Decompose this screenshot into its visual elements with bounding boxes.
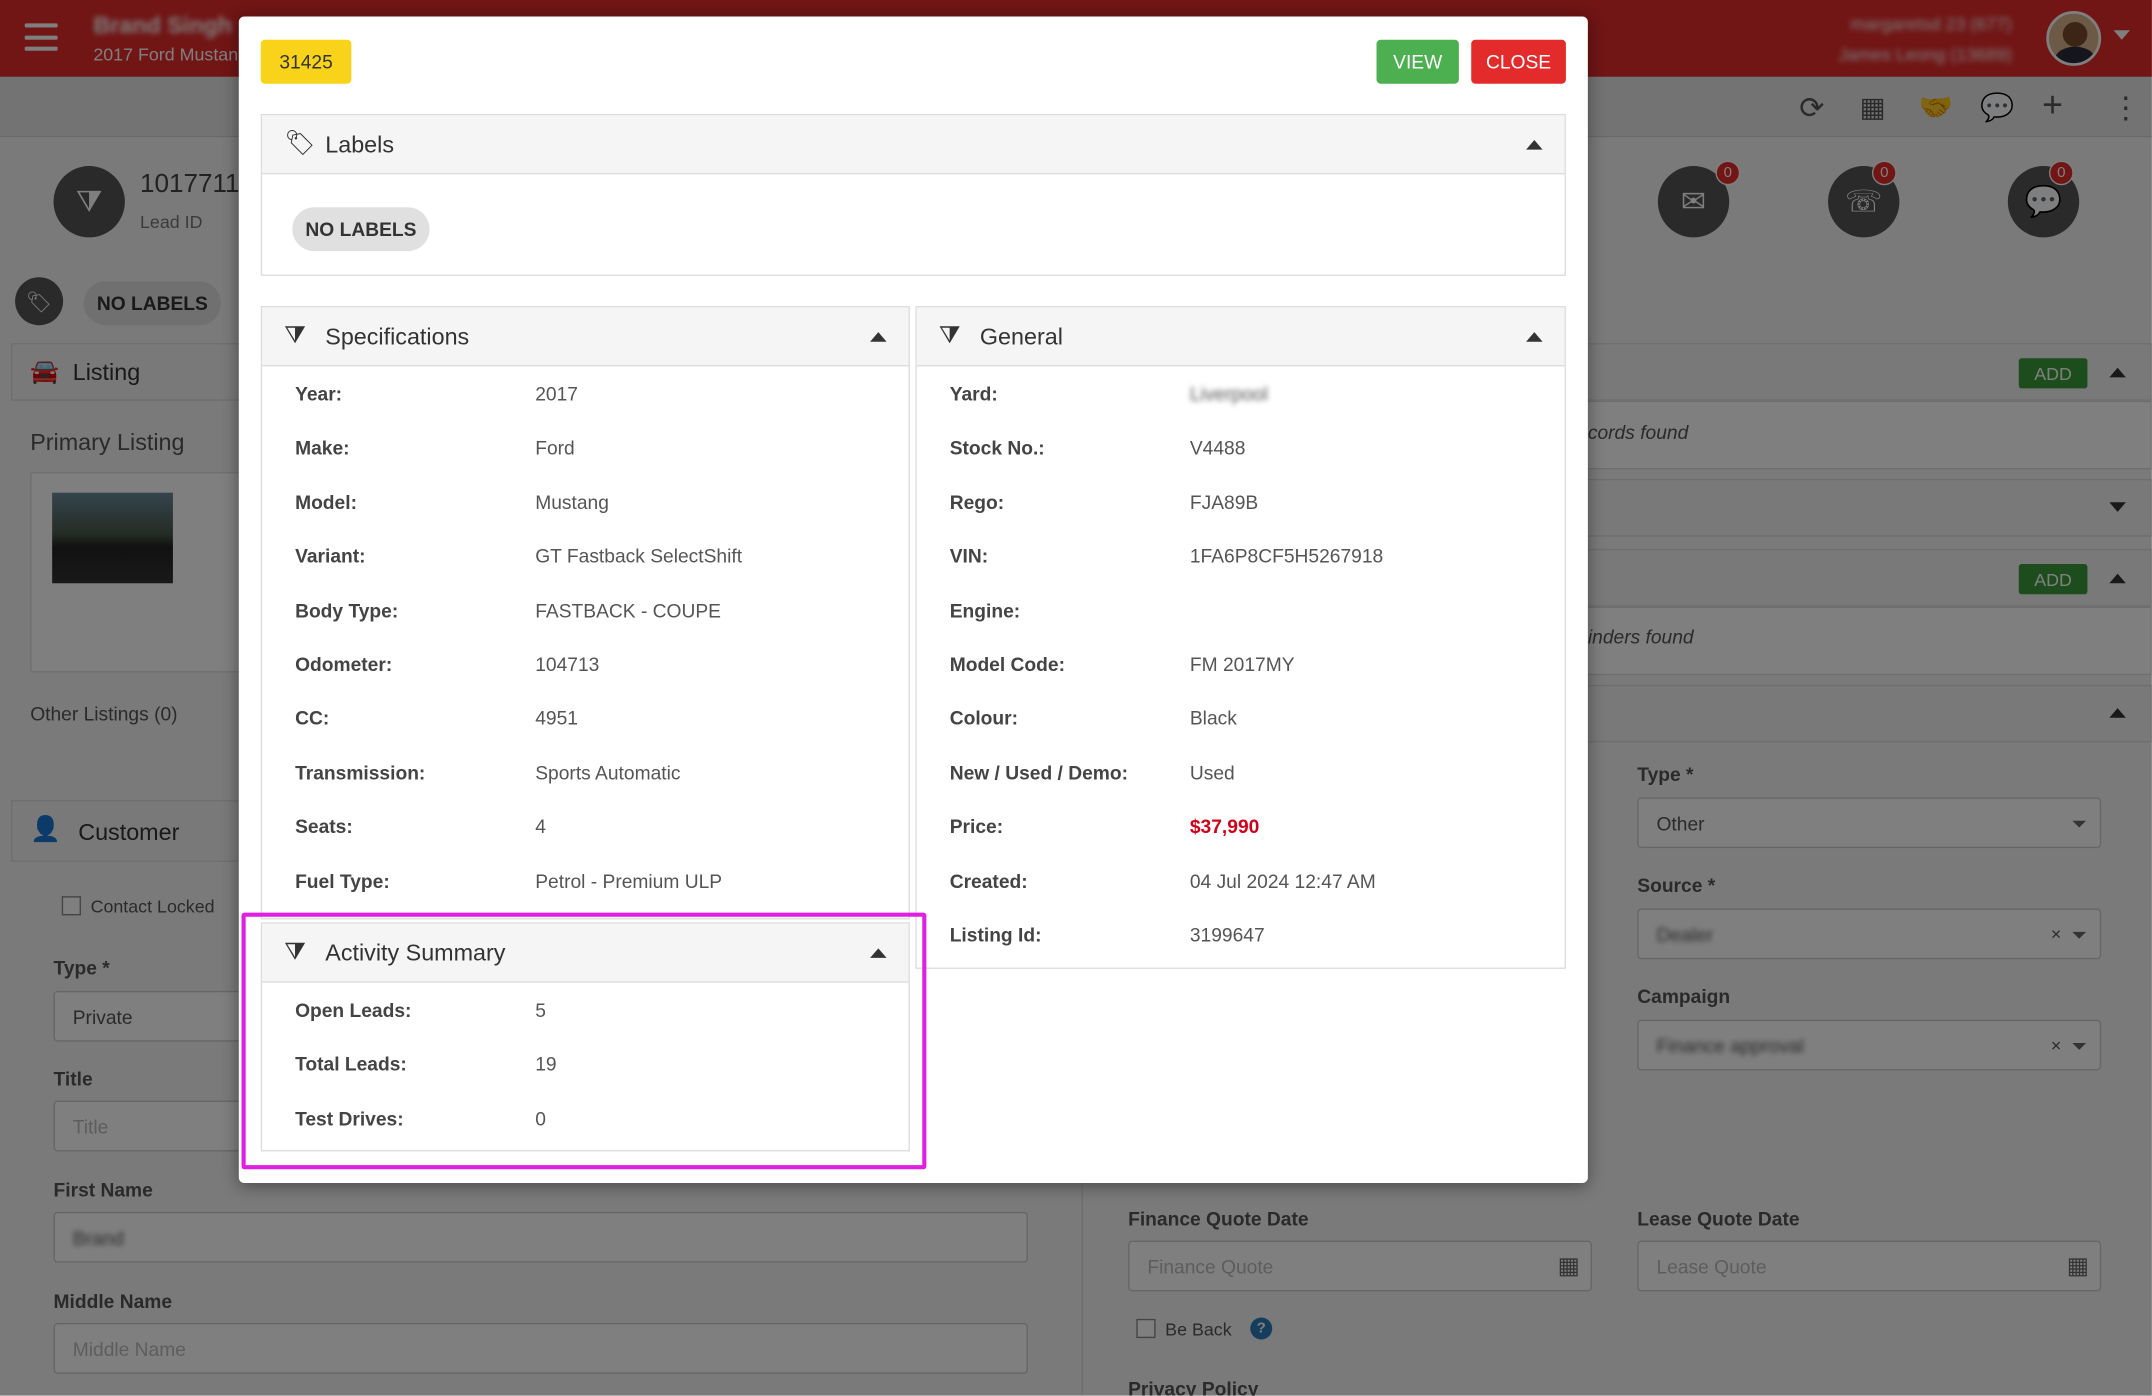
field-label: Transmission: — [295, 761, 426, 784]
field-value: 1FA6P8CF5H5267918 — [1189, 545, 1384, 568]
field-label: Body Type: — [295, 599, 399, 622]
funnel-dollar-icon: ⧩ — [938, 321, 961, 349]
field-label: CC: — [295, 707, 330, 730]
field-label: Fuel Type: — [295, 869, 390, 892]
specifications-card-header[interactable]: ⧩ Specifications — [262, 307, 909, 367]
field-value: Sports Automatic — [535, 761, 681, 784]
field-label: Year: — [295, 382, 343, 405]
field-value: FJA89B — [1189, 491, 1259, 513]
field-value: 04 Jul 2024 12:47 AM — [1189, 869, 1376, 892]
field-value: 2017 — [535, 382, 578, 405]
field-label: Variant: — [295, 545, 366, 568]
field-label: Make: — [295, 436, 350, 459]
collapse-icon[interactable] — [1526, 332, 1543, 342]
general-card: ⧩ General Yard: Liverpool Stock No.: V4488 R… — [915, 306, 1566, 969]
highlight-box — [241, 912, 927, 1170]
close-button[interactable]: CLOSE — [1471, 39, 1566, 84]
field-label: Engine: — [949, 599, 1021, 622]
field-value: 104713 — [535, 653, 600, 676]
field-value: FASTBACK - COUPE — [535, 599, 722, 622]
stock-tag: 31425 — [260, 39, 352, 84]
field-label: Stock No.: — [949, 436, 1045, 459]
field-label: Colour: — [949, 707, 1018, 730]
funnel-dollar-icon: ⧩ — [284, 321, 307, 349]
field-label: Price: — [949, 815, 1004, 838]
field-label: Yard: — [949, 382, 998, 405]
field-label: Created: — [949, 869, 1028, 892]
specifications-title: Specifications — [325, 323, 470, 350]
view-button[interactable]: VIEW — [1376, 39, 1459, 84]
field-value: Liverpool — [1189, 382, 1268, 405]
field-value: $37,990 — [1189, 815, 1260, 838]
field-value: GT Fastback SelectShift — [535, 545, 743, 568]
general-card-header[interactable]: ⧩ General — [916, 307, 1565, 367]
no-labels-chip: NO LABELS — [292, 207, 430, 252]
field-value: 4951 — [535, 707, 578, 730]
field-value: 4 — [535, 815, 546, 838]
collapse-icon[interactable] — [1526, 139, 1543, 150]
field-label: Model: — [295, 491, 357, 513]
tag-icon: 🏷 — [284, 129, 316, 157]
field-value: Used — [1189, 761, 1235, 784]
field-label: Listing Id: — [949, 923, 1042, 946]
field-value: V4488 — [1189, 436, 1246, 459]
field-value: Black — [1189, 707, 1237, 730]
field-value: Mustang — [535, 491, 609, 513]
general-title: General — [979, 323, 1063, 350]
collapse-icon[interactable] — [870, 332, 887, 342]
specifications-card: ⧩ Specifications Year: 2017 Make: Ford Model… — [260, 306, 910, 920]
field-label: New / Used / Demo: — [949, 761, 1129, 784]
labels-title: Labels — [325, 131, 395, 158]
field-label: VIN: — [949, 545, 989, 568]
field-label: Odometer: — [295, 653, 393, 676]
field-label: Seats: — [295, 815, 353, 838]
field-value: Ford — [535, 436, 575, 459]
field-value: Petrol - Premium ULP — [535, 869, 723, 892]
field-value: 3199647 — [1189, 923, 1265, 946]
field-value: FM 2017MY — [1189, 653, 1295, 676]
field-label: Model Code: — [949, 653, 1065, 676]
labels-card-header[interactable]: 🏷 Labels — [262, 115, 1565, 175]
field-label: Rego: — [949, 491, 1005, 513]
labels-card: 🏷 Labels NO LABELS — [260, 113, 1566, 276]
